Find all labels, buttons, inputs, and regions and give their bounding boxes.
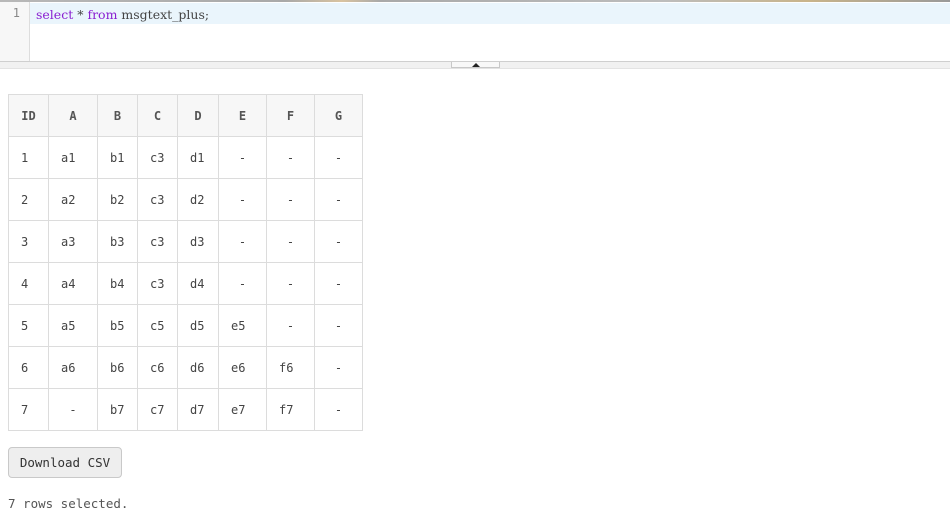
table-cell: e6	[218, 346, 267, 389]
column-header-id: ID	[8, 94, 49, 137]
column-header-d: D	[177, 94, 219, 137]
line-number: 1	[12, 6, 20, 20]
table-cell: -	[314, 136, 363, 179]
sql-editor[interactable]: 1 select * from msgtext_plus;	[0, 2, 950, 61]
table-cell: d2	[177, 178, 219, 221]
table-cell: d6	[177, 346, 219, 389]
column-header-a: A	[48, 94, 98, 137]
table-header-row: ID A B C D E F G	[8, 94, 363, 137]
table-cell: 5	[8, 304, 49, 347]
results-table: ID A B C D E F G 1 a1 b1 c3 d1- - -2 a2 b2 c3 d2- - -3 a3 b3 c…	[8, 94, 363, 431]
code-text: *	[73, 7, 88, 22]
table-cell: 3	[8, 220, 49, 263]
column-header-b: B	[97, 94, 138, 137]
table-cell: b5	[97, 304, 138, 347]
table-cell: d4	[177, 262, 219, 305]
table-cell: -	[314, 304, 363, 347]
table-row: 6 a6 b6 c6 d6 e6 f6-	[8, 346, 363, 389]
table-cell: c3	[137, 262, 178, 305]
table-cell: b6	[97, 346, 138, 389]
table-cell: e5	[218, 304, 267, 347]
table-cell: a1	[48, 136, 98, 179]
table-cell: 2	[8, 178, 49, 221]
table-cell: a2	[48, 178, 98, 221]
keyword-select: select	[36, 7, 74, 22]
table-cell: -	[218, 262, 267, 305]
table-cell: b1	[97, 136, 138, 179]
table-cell: -	[314, 262, 363, 305]
table-cell: -	[218, 136, 267, 179]
table-cell: 6	[8, 346, 49, 389]
column-header-f: F	[266, 94, 315, 137]
table-row: 1 a1 b1 c3 d1- - -	[8, 136, 363, 179]
table-cell: c5	[137, 304, 178, 347]
table-cell: -	[48, 388, 98, 431]
table-cell: 7	[8, 388, 49, 431]
table-cell: -	[266, 220, 315, 263]
table-cell: -	[266, 304, 315, 347]
table-cell: d5	[177, 304, 219, 347]
table-cell: a3	[48, 220, 98, 263]
table-cell: c7	[137, 388, 178, 431]
download-csv-button[interactable]: Download CSV	[8, 447, 122, 478]
table-cell: b3	[97, 220, 138, 263]
table-cell: -	[218, 178, 267, 221]
table-cell: -	[266, 178, 315, 221]
keyword-from: from	[87, 7, 118, 22]
table-cell: f6	[266, 346, 315, 389]
table-cell: c6	[137, 346, 178, 389]
column-header-e: E	[218, 94, 267, 137]
table-row: 2 a2 b2 c3 d2- - -	[8, 178, 363, 221]
table-cell: f7	[266, 388, 315, 431]
table-cell: d3	[177, 220, 219, 263]
table-cell: a6	[48, 346, 98, 389]
table-row: 7- b7 c7 d7 e7 f7-	[8, 388, 363, 431]
status-text: 7 rows selected.	[8, 496, 129, 511]
table-row: 4 a4 b4 c3 d4- - -	[8, 262, 363, 305]
table-cell: c3	[137, 136, 178, 179]
code-line[interactable]: select * from msgtext_plus;	[36, 7, 209, 22]
table-cell: 4	[8, 262, 49, 305]
table-cell: -	[314, 346, 363, 389]
table-cell: c3	[137, 220, 178, 263]
table-cell: 1	[8, 136, 49, 179]
table-cell: b2	[97, 178, 138, 221]
collapse-up-arrow-icon[interactable]	[472, 63, 480, 67]
table-cell: e7	[218, 388, 267, 431]
table-cell: b4	[97, 262, 138, 305]
line-number-gutter: 1	[0, 2, 30, 61]
column-header-c: C	[137, 94, 178, 137]
table-row: 3 a3 b3 c3 d3- - -	[8, 220, 363, 263]
table-row: 5 a5 b5 c5 d5 e5- -	[8, 304, 363, 347]
table-cell: a4	[48, 262, 98, 305]
table-cell: -	[314, 220, 363, 263]
code-text: msgtext_plus;	[117, 7, 210, 22]
table-cell: -	[314, 178, 363, 221]
table-cell: -	[266, 262, 315, 305]
table-cell: c3	[137, 178, 178, 221]
column-header-g: G	[314, 94, 363, 137]
pane-splitter[interactable]	[0, 61, 950, 69]
table-cell: a5	[48, 304, 98, 347]
splitter-handle[interactable]	[451, 62, 500, 68]
table-cell: d1	[177, 136, 219, 179]
table-cell: d7	[177, 388, 219, 431]
table-cell: -	[266, 136, 315, 179]
table-cell: -	[218, 220, 267, 263]
table-cell: b7	[97, 388, 138, 431]
table-cell: -	[314, 388, 363, 431]
